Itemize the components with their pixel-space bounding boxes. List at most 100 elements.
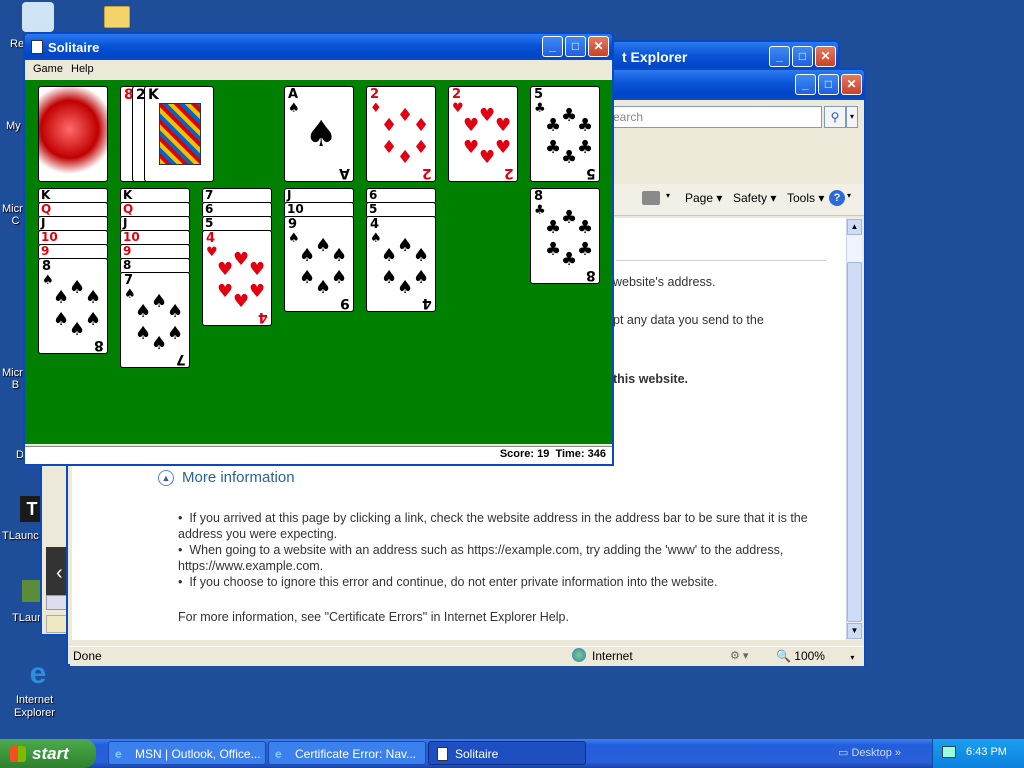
stock-pile[interactable] — [38, 86, 108, 182]
tableau-1-top-pip: ♠ — [151, 333, 168, 354]
tableau-3-top[interactable]: 9 ♠ 9 ♠ ♠ ♠ ♠ ♠ ♠ — [284, 216, 354, 312]
tableau-0-card[interactable]: 9 — [38, 244, 108, 258]
network-icon[interactable] — [942, 746, 956, 758]
desktop-icon-label-6[interactable]: TLaun — [12, 612, 43, 624]
search-dropdown-icon[interactable]: ▾ — [846, 106, 858, 128]
tableau-1-card[interactable]: J — [120, 216, 190, 230]
ie-minimize-button[interactable]: _ — [795, 74, 816, 95]
foundation-2-pip: ♥ — [479, 105, 496, 126]
recycle-bin-icon[interactable] — [22, 2, 54, 32]
desktop-toolbar[interactable]: ▭ Desktop » — [838, 746, 901, 759]
desktop-icon-label-1[interactable]: My — [6, 120, 21, 132]
tableau-1-card[interactable]: Q — [120, 202, 190, 216]
chevron-left-icon[interactable]: ‹ — [56, 562, 63, 585]
tableau-2-top-pip: ♥ — [217, 259, 234, 280]
tableau-3-top-pip: ♠ — [299, 267, 316, 288]
menu-help[interactable]: Help — [71, 63, 94, 75]
ie-search-box[interactable]: earch — [608, 106, 822, 128]
tableau-3-card[interactable]: J — [284, 188, 354, 202]
tableau-1-card[interactable]: K — [120, 188, 190, 202]
taskbar-item-cert-error[interactable]: e Certificate Error: Nav... — [268, 741, 426, 765]
tableau-6-top-pip: ♣ — [577, 217, 594, 238]
ie-close-button[interactable]: ✕ — [841, 74, 862, 95]
foundation-1-pip: ♦ — [397, 147, 414, 168]
tableau-2-card[interactable]: 6 — [202, 202, 272, 216]
protected-mode-icon[interactable]: ⚙ ▾ — [730, 649, 748, 662]
tableau-1-card[interactable]: 9 — [120, 244, 190, 258]
scroll-up-icon[interactable]: ▲ — [847, 219, 862, 235]
zoom-control[interactable]: 🔍 100% ▾ — [776, 649, 854, 663]
help-icon[interactable]: ? — [829, 190, 845, 206]
tableau-0-card[interactable]: K — [38, 188, 108, 202]
foundation-2-pip: ♥ — [463, 137, 480, 158]
safety-menu-button[interactable]: Safety ▾ — [733, 191, 776, 205]
desktop-icon-label-7[interactable]: Internet Explorer — [14, 694, 55, 720]
ie-content-line-3: this website. — [613, 372, 689, 386]
tableau-2-card[interactable]: 7 — [202, 188, 272, 202]
tableau-0-top[interactable]: 8 ♠ 8 ♠ ♠ ♠ ♠ ♠ ♠ — [38, 258, 108, 354]
desktop-icon-label-0[interactable]: Re — [10, 38, 24, 50]
internet-explorer-icon[interactable]: e — [22, 658, 54, 690]
ie-back-minimize-button[interactable]: _ — [769, 46, 790, 67]
tableau-2-top-pip: ♥ — [249, 281, 266, 302]
more-info-link[interactable]: More information — [182, 469, 295, 486]
tableau-1-card[interactable]: 10 — [120, 230, 190, 244]
tableau-0-card[interactable]: Q — [38, 202, 108, 216]
search-icon[interactable]: ⚲ — [824, 106, 846, 128]
taskbar-item-msn[interactable]: e MSN | Outlook, Office... — [108, 741, 266, 765]
menu-game[interactable]: Game — [33, 63, 63, 75]
ie-search-input[interactable]: earch — [613, 110, 643, 124]
tools-menu-button[interactable]: Tools ▾ — [787, 191, 824, 205]
tableau-0-card[interactable]: J — [38, 216, 108, 230]
tableau-6-top-pip: ♣ — [561, 249, 578, 270]
waste-card[interactable]: K — [144, 86, 214, 182]
help-dropdown-icon[interactable]: ▾ — [847, 191, 851, 200]
ie-back-close-button[interactable]: ✕ — [815, 46, 836, 67]
tableau-4-card[interactable]: 5 — [366, 202, 436, 216]
foundation-1-pip: ♦ — [381, 115, 398, 136]
page-menu-button[interactable]: Page ▾ — [685, 191, 722, 205]
tableau-1-card[interactable]: 8 — [120, 258, 190, 272]
tableau-3-card[interactable]: 10 — [284, 202, 354, 216]
taskbar-item-solitaire[interactable]: Solitaire — [428, 741, 586, 765]
tableau-4-top[interactable]: 4 ♠ 4 ♠ ♠ ♠ ♠ ♠ ♠ — [366, 216, 436, 312]
tableau-4-card[interactable]: 6 — [366, 188, 436, 202]
foundation-1[interactable]: 2 ♦ 2 ♦ ♦ ♦ ♦ ♦ ♦ — [366, 86, 436, 182]
ie-maximize-button[interactable]: □ — [818, 74, 839, 95]
tableau-1-top[interactable]: 7 ♠ 7 ♠ ♠ ♠ ♠ ♠ ♠ — [120, 272, 190, 368]
folder-icon[interactable] — [104, 6, 130, 28]
windows-flag-icon — [10, 746, 26, 762]
foundation-2-pip: ♥ — [463, 115, 480, 136]
tableau-2-top[interactable]: 4 ♥ 4 ♥ ♥ ♥ ♥ ♥ ♥ — [202, 230, 272, 326]
solitaire-title-bar[interactable]: Solitaire _ □ ✕ — [25, 34, 612, 60]
foundation-3[interactable]: 5 ♣ 5 ♣ ♣ ♣ ♣ ♣ ♣ — [530, 86, 600, 182]
foundation-0[interactable]: A ♠ A ♠ — [284, 86, 354, 182]
tableau-2-top-pip: ♥ — [249, 259, 266, 280]
ie-bullet-1-text: If you arrived at this page by clicking … — [178, 511, 808, 541]
foundation-2[interactable]: 2 ♥ 2 ♥ ♥ ♥ ♥ ♥ ♥ — [448, 86, 518, 182]
ie-footer-text: For more information, see "Certificate E… — [178, 610, 569, 624]
solitaire-maximize-button[interactable]: □ — [565, 36, 586, 57]
tableau-0-card[interactable]: 10 — [38, 230, 108, 244]
more-info-toggle-icon[interactable]: ▲ — [158, 470, 174, 486]
tableau-0-top-pip: ♠ — [53, 287, 70, 308]
print-icon[interactable] — [642, 191, 660, 205]
ie-back-maximize-button[interactable]: □ — [792, 46, 813, 67]
scroll-thumb[interactable] — [847, 262, 862, 622]
solitaire-close-button[interactable]: ✕ — [588, 36, 609, 57]
solitaire-window[interactable]: Solitaire _ □ ✕ Game Help 8 2 K A ♠ A ♠ 2 ♦ 2 ♦ ♦ ♦ ♦… — [23, 32, 614, 466]
scroll-down-icon[interactable]: ▼ — [847, 623, 862, 639]
tableau-2-top-pip: ♥ — [217, 281, 234, 302]
tableau-6-top[interactable]: 8 ♣ 8 ♣ ♣ ♣ ♣ ♣ ♣ — [530, 188, 600, 284]
desktop-icon-label-5[interactable]: TLaunc — [2, 530, 39, 542]
solitaire-minimize-button[interactable]: _ — [542, 36, 563, 57]
foundation-1-rank: 2 ♦ — [370, 87, 382, 116]
foundation-0-rank: A ♠ — [288, 87, 300, 116]
tableau-0-top-rank-bottom: 8 — [94, 337, 104, 353]
tableau-4-top-rank: 4 ♠ — [370, 217, 382, 246]
tableau-4-top-pip: ♠ — [397, 235, 414, 256]
start-button[interactable]: start — [0, 739, 96, 768]
desktop-toolbar-label: Desktop — [851, 747, 892, 759]
print-dropdown-icon[interactable]: ▾ — [666, 191, 670, 200]
tableau-2-card[interactable]: 5 — [202, 216, 272, 230]
